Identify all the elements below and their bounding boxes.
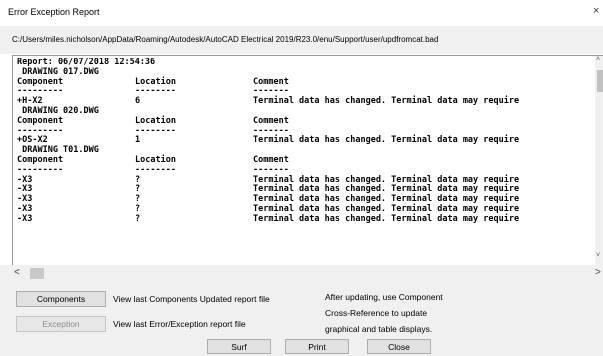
vertical-scrollbar[interactable]: ˄ ˅ bbox=[595, 56, 603, 265]
scroll-left-icon[interactable]: < bbox=[14, 267, 20, 278]
print-button[interactable]: Print bbox=[285, 339, 349, 354]
scroll-up-icon[interactable]: ˄ bbox=[596, 56, 600, 63]
file-path: C:/Users/miles.nicholson/AppData/Roaming… bbox=[12, 35, 439, 44]
table-row-component: -X3 bbox=[17, 213, 33, 224]
scroll-down-icon[interactable]: ˅ bbox=[596, 252, 600, 259]
table-row-comment: Terminal data has changed. Terminal data… bbox=[253, 213, 520, 224]
file-path-bar: C:/Users/miles.nicholson/AppData/Roaming… bbox=[0, 26, 603, 54]
report-text-box[interactable]: Report: 06/07/2018 12:54:36 DRAWING 017.… bbox=[12, 55, 603, 266]
separator-row-location: -------- bbox=[135, 164, 176, 175]
components-description: View last Components Updated report file bbox=[113, 294, 270, 304]
info-line-3: graphical and table displays. bbox=[325, 324, 433, 334]
info-line-2: Cross-Reference to update bbox=[325, 308, 428, 318]
exception-button[interactable]: Exception bbox=[16, 316, 106, 332]
table-row-comment: Terminal data has changed. Terminal data… bbox=[253, 96, 520, 107]
table-row-location: 1 bbox=[135, 135, 141, 146]
drawing-name-row: DRAWING 017.DWG bbox=[17, 67, 593, 78]
separator-row-location: -------- bbox=[135, 86, 176, 97]
action-panel: Components View last Components Updated … bbox=[0, 282, 603, 356]
scroll-right-icon[interactable]: > bbox=[595, 267, 601, 278]
close-icon[interactable]: × bbox=[593, 5, 599, 17]
column-header-row: Component Location Comment bbox=[17, 155, 593, 166]
table-row-comment: Terminal data has changed. Terminal data… bbox=[253, 135, 520, 146]
window-title: Error Exception Report bbox=[8, 7, 100, 17]
table-row: -X3? Terminal data has changed. Terminal … bbox=[17, 213, 593, 225]
table-row-location: ? bbox=[135, 213, 141, 224]
drawing-name-row: DRAWING T01.DWG bbox=[17, 145, 593, 156]
table-row: +H-X2 6 Terminal data has changed. Termina… bbox=[17, 96, 593, 107]
report-content: Report: 06/07/2018 12:54:36 DRAWING 017.… bbox=[17, 58, 593, 262]
info-line-1: After updating, use Component bbox=[325, 292, 443, 302]
horizontal-scrollbar[interactable]: < > bbox=[0, 265, 603, 282]
column-header-row: Component Location Comment bbox=[17, 116, 593, 127]
exception-description: View last Error/Exception report file bbox=[113, 319, 246, 329]
table-row: +OS-X2 1 Terminal data has changed. Termin… bbox=[17, 136, 593, 146]
title-bar: Error Exception Report × bbox=[0, 0, 603, 26]
column-header-row: Component Location Comment bbox=[17, 77, 593, 88]
horizontal-scroll-thumb[interactable] bbox=[30, 268, 44, 279]
components-button[interactable]: Components bbox=[16, 291, 106, 307]
table-row-location: 6 bbox=[135, 96, 141, 107]
close-button[interactable]: Close bbox=[367, 339, 431, 354]
report-header: Report: 06/07/2018 12:54:36 bbox=[17, 58, 593, 68]
drawing-name-row: DRAWING 020.DWG bbox=[17, 106, 593, 117]
separator-row-location: -------- bbox=[135, 125, 176, 136]
surf-button[interactable]: Surf bbox=[207, 339, 271, 354]
vertical-scroll-thumb[interactable] bbox=[597, 70, 603, 92]
